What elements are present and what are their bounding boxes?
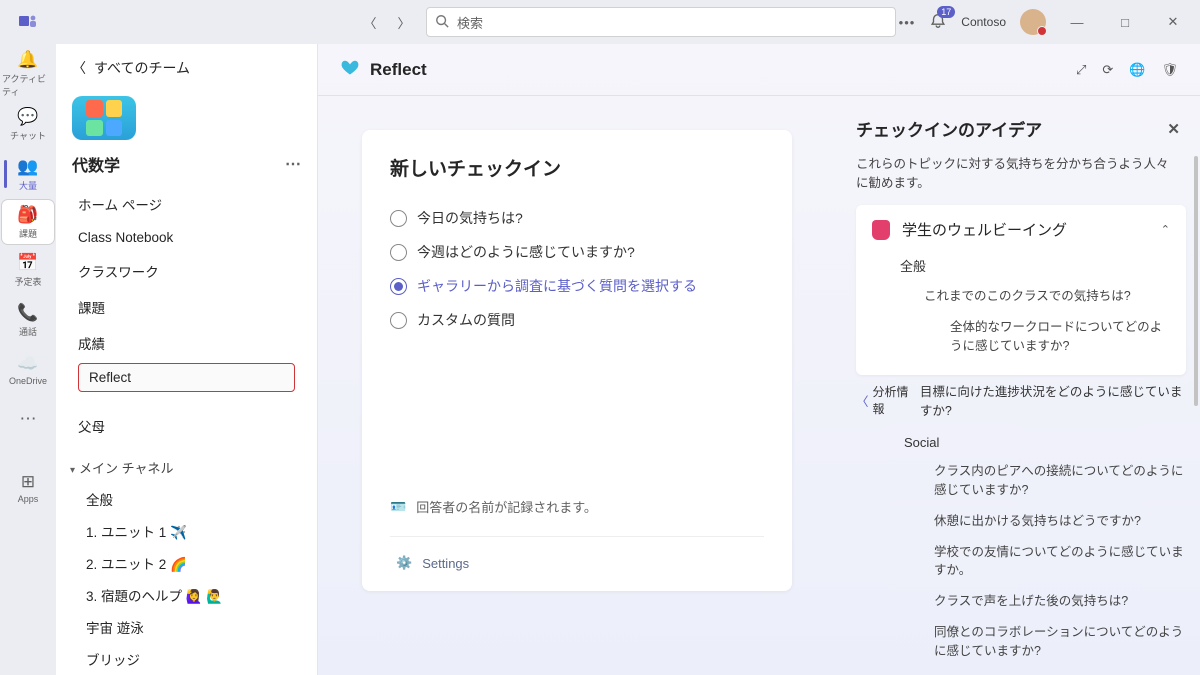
rail-more[interactable]: ⋯ bbox=[2, 396, 54, 444]
cloud-icon: ☁️ bbox=[17, 354, 38, 374]
back-all-teams[interactable]: 〈 すべてのチーム bbox=[56, 44, 317, 92]
expand-icon[interactable]: ⤢ bbox=[1076, 62, 1086, 78]
option-week[interactable]: 今週はどのように感じていますか? bbox=[390, 235, 764, 269]
tab-title: Reflect bbox=[370, 60, 427, 80]
window-maximize-icon[interactable]: □ bbox=[1108, 8, 1142, 36]
question-item[interactable]: 全体的なワークロードについてどのように感じていますか? bbox=[872, 312, 1170, 362]
record-note: 🪪 回答者の名前が記録されます。 bbox=[390, 497, 764, 516]
team-more-icon[interactable]: ⋯ bbox=[285, 154, 301, 174]
channel-unit2[interactable]: 2. ユニット 2 🌈 bbox=[56, 547, 317, 579]
chevron-left-icon: 〈 bbox=[856, 391, 869, 410]
sidebar-grades[interactable]: 成績 bbox=[64, 325, 309, 361]
tab-header: Reflect ⤢ ⟳ 🌐 🛡 bbox=[318, 44, 1200, 96]
rail-activity[interactable]: 🔔アクティビティ bbox=[2, 50, 54, 98]
channel-general[interactable]: 全般 bbox=[56, 483, 317, 515]
sidebar-home[interactable]: ホーム ページ bbox=[64, 186, 309, 222]
question-item[interactable]: 同僚とのコラボレーションについてどのように感じていますか? bbox=[872, 617, 1186, 667]
question-item[interactable]: これまでのこのクラスでの気持ちは? bbox=[872, 281, 1170, 312]
title-bar: 〈 〉 検索 ••• 17 Contoso ― □ ✕ bbox=[0, 0, 1200, 44]
sidebar-assignments[interactable]: 課題 bbox=[64, 289, 309, 325]
ideas-subtitle: これらのトピックに対する気持ちを分かち合うよう人々に勧めます。 bbox=[856, 147, 1186, 205]
avatar[interactable] bbox=[1020, 9, 1046, 35]
question-item[interactable]: 休憩に出かける気持ちはどうですか? bbox=[872, 506, 1186, 537]
channel-unit3[interactable]: 3. 宿題のヘルプ 🙋‍♀️ 🙋‍♂️ bbox=[56, 579, 317, 611]
notif-badge: 17 bbox=[937, 6, 955, 18]
question-item[interactable]: クラス内のピアへの接続についてどのように感じていますか? bbox=[872, 456, 1186, 506]
radio-icon bbox=[390, 278, 407, 295]
insights-link[interactable]: 〈 分析情報 目標に向けた進捗状況をどのように感じていますか? bbox=[856, 375, 1186, 419]
rail-teams[interactable]: 👥大量 bbox=[2, 150, 54, 198]
question-item[interactable]: クラスで声を上げた後の気持ちは? bbox=[872, 586, 1186, 617]
subhead-general: 全般 bbox=[872, 240, 1170, 281]
calendar-icon: 📅 bbox=[17, 253, 38, 273]
sidebar-parents[interactable]: 父母 bbox=[64, 408, 309, 444]
chevron-left-icon: 〈 bbox=[72, 58, 86, 78]
scrollbar[interactable] bbox=[1194, 156, 1198, 406]
nav-fwd-button[interactable]: 〉 bbox=[390, 8, 418, 36]
checkin-card: 新しいチェックイン 今日の気持ちは? 今週はどのように感じていますか? ギャラリ… bbox=[362, 130, 792, 591]
ideas-title: チェックインのアイデア bbox=[856, 116, 1042, 141]
radio-icon bbox=[390, 244, 407, 261]
notifications-button[interactable]: 17 bbox=[929, 12, 947, 33]
search-placeholder: 検索 bbox=[457, 13, 483, 32]
option-today[interactable]: 今日の気持ちは? bbox=[390, 201, 764, 235]
radio-icon bbox=[390, 210, 407, 227]
window-close-icon[interactable]: ✕ bbox=[1156, 8, 1190, 36]
option-custom[interactable]: カスタムの質問 bbox=[390, 303, 764, 337]
settings-button[interactable]: ⚙️ Settings bbox=[390, 536, 764, 573]
backpack-icon bbox=[872, 220, 890, 240]
rail-onedrive[interactable]: ☁️OneDrive bbox=[2, 346, 54, 394]
bag-icon: 🎒 bbox=[17, 205, 38, 225]
close-icon[interactable]: ✕ bbox=[1167, 120, 1180, 138]
channels-header[interactable]: ▾メイン チャネル bbox=[56, 444, 317, 483]
sidebar-notebook[interactable]: Class Notebook bbox=[64, 222, 309, 253]
globe-icon[interactable]: 🌐 bbox=[1129, 62, 1145, 78]
gear-icon: ⚙️ bbox=[396, 555, 412, 571]
team-avatar bbox=[72, 96, 136, 140]
chevron-up-icon: ⌃ bbox=[1161, 223, 1170, 236]
sidebar-classwork[interactable]: クラスワーク bbox=[64, 253, 309, 289]
chevron-down-icon: ▾ bbox=[70, 465, 75, 476]
search-icon bbox=[435, 14, 449, 31]
category-header[interactable]: 学生のウェルビーイング ⌃ bbox=[872, 219, 1170, 240]
app-rail: 🔔アクティビティ 💬チャット 👥大量 🎒課題 📅予定表 📞通話 ☁️OneDri… bbox=[0, 44, 56, 675]
more-icon[interactable]: ••• bbox=[899, 15, 916, 30]
phone-icon: 📞 bbox=[17, 303, 38, 323]
nav-back-button[interactable]: 〈 bbox=[356, 8, 384, 36]
sidebar-reflect[interactable]: Reflect bbox=[78, 363, 295, 392]
refresh-icon[interactable]: ⟳ bbox=[1102, 62, 1113, 78]
rail-assignments[interactable]: 🎒課題 bbox=[2, 200, 54, 244]
rail-apps[interactable]: ⊞Apps bbox=[2, 464, 54, 512]
chat-icon: 💬 bbox=[17, 107, 38, 127]
main-area: Reflect ⤢ ⟳ 🌐 🛡 新しいチェックイン 今日の気持ちは? 今週はどの… bbox=[318, 44, 1200, 675]
subhead-social: Social bbox=[872, 419, 1186, 456]
channel-space[interactable]: 宇宙 遊泳 bbox=[56, 611, 317, 643]
category-wellbeing: 学生のウェルビーイング ⌃ 全般 これまでのこのクラスでの気持ちは? 全体的なワ… bbox=[856, 205, 1186, 375]
rail-calendar[interactable]: 📅予定表 bbox=[2, 246, 54, 294]
org-label: Contoso bbox=[961, 15, 1006, 29]
radio-icon bbox=[390, 312, 407, 329]
option-gallery[interactable]: ギャラリーから調査に基づく質問を選択する bbox=[390, 269, 764, 303]
bell-icon: 🔔 bbox=[17, 50, 38, 70]
window-minimize-icon[interactable]: ― bbox=[1060, 8, 1094, 36]
search-input[interactable]: 検索 bbox=[426, 7, 896, 37]
team-sidebar: 〈 すべてのチーム 代数学 ⋯ ホーム ページ Class Notebook ク… bbox=[56, 44, 318, 675]
apps-icon: ⊞ bbox=[21, 472, 35, 492]
team-name: 代数学 bbox=[72, 152, 120, 176]
teams-logo-icon bbox=[0, 12, 56, 32]
rail-chat[interactable]: 💬チャット bbox=[2, 100, 54, 148]
reflect-heart-icon bbox=[340, 57, 360, 82]
channel-unit1[interactable]: 1. ユニット 1 ✈️ bbox=[56, 515, 317, 547]
card-title: 新しいチェックイン bbox=[390, 154, 764, 181]
channel-bridge[interactable]: ブリッジ bbox=[56, 643, 317, 675]
more-icon: ⋯ bbox=[20, 409, 37, 429]
shield-icon[interactable]: 🛡 bbox=[1161, 62, 1178, 78]
ideas-panel: チェックインのアイデア ✕ これらのトピックに対する気持ちを分かち合うよう人々に… bbox=[848, 96, 1200, 675]
rail-calls[interactable]: 📞通話 bbox=[2, 296, 54, 344]
question-item[interactable]: 学校での友情についてどのように感じていますか。 bbox=[872, 537, 1186, 587]
people-icon: 👥 bbox=[17, 157, 38, 177]
id-card-icon: 🪪 bbox=[390, 499, 406, 515]
